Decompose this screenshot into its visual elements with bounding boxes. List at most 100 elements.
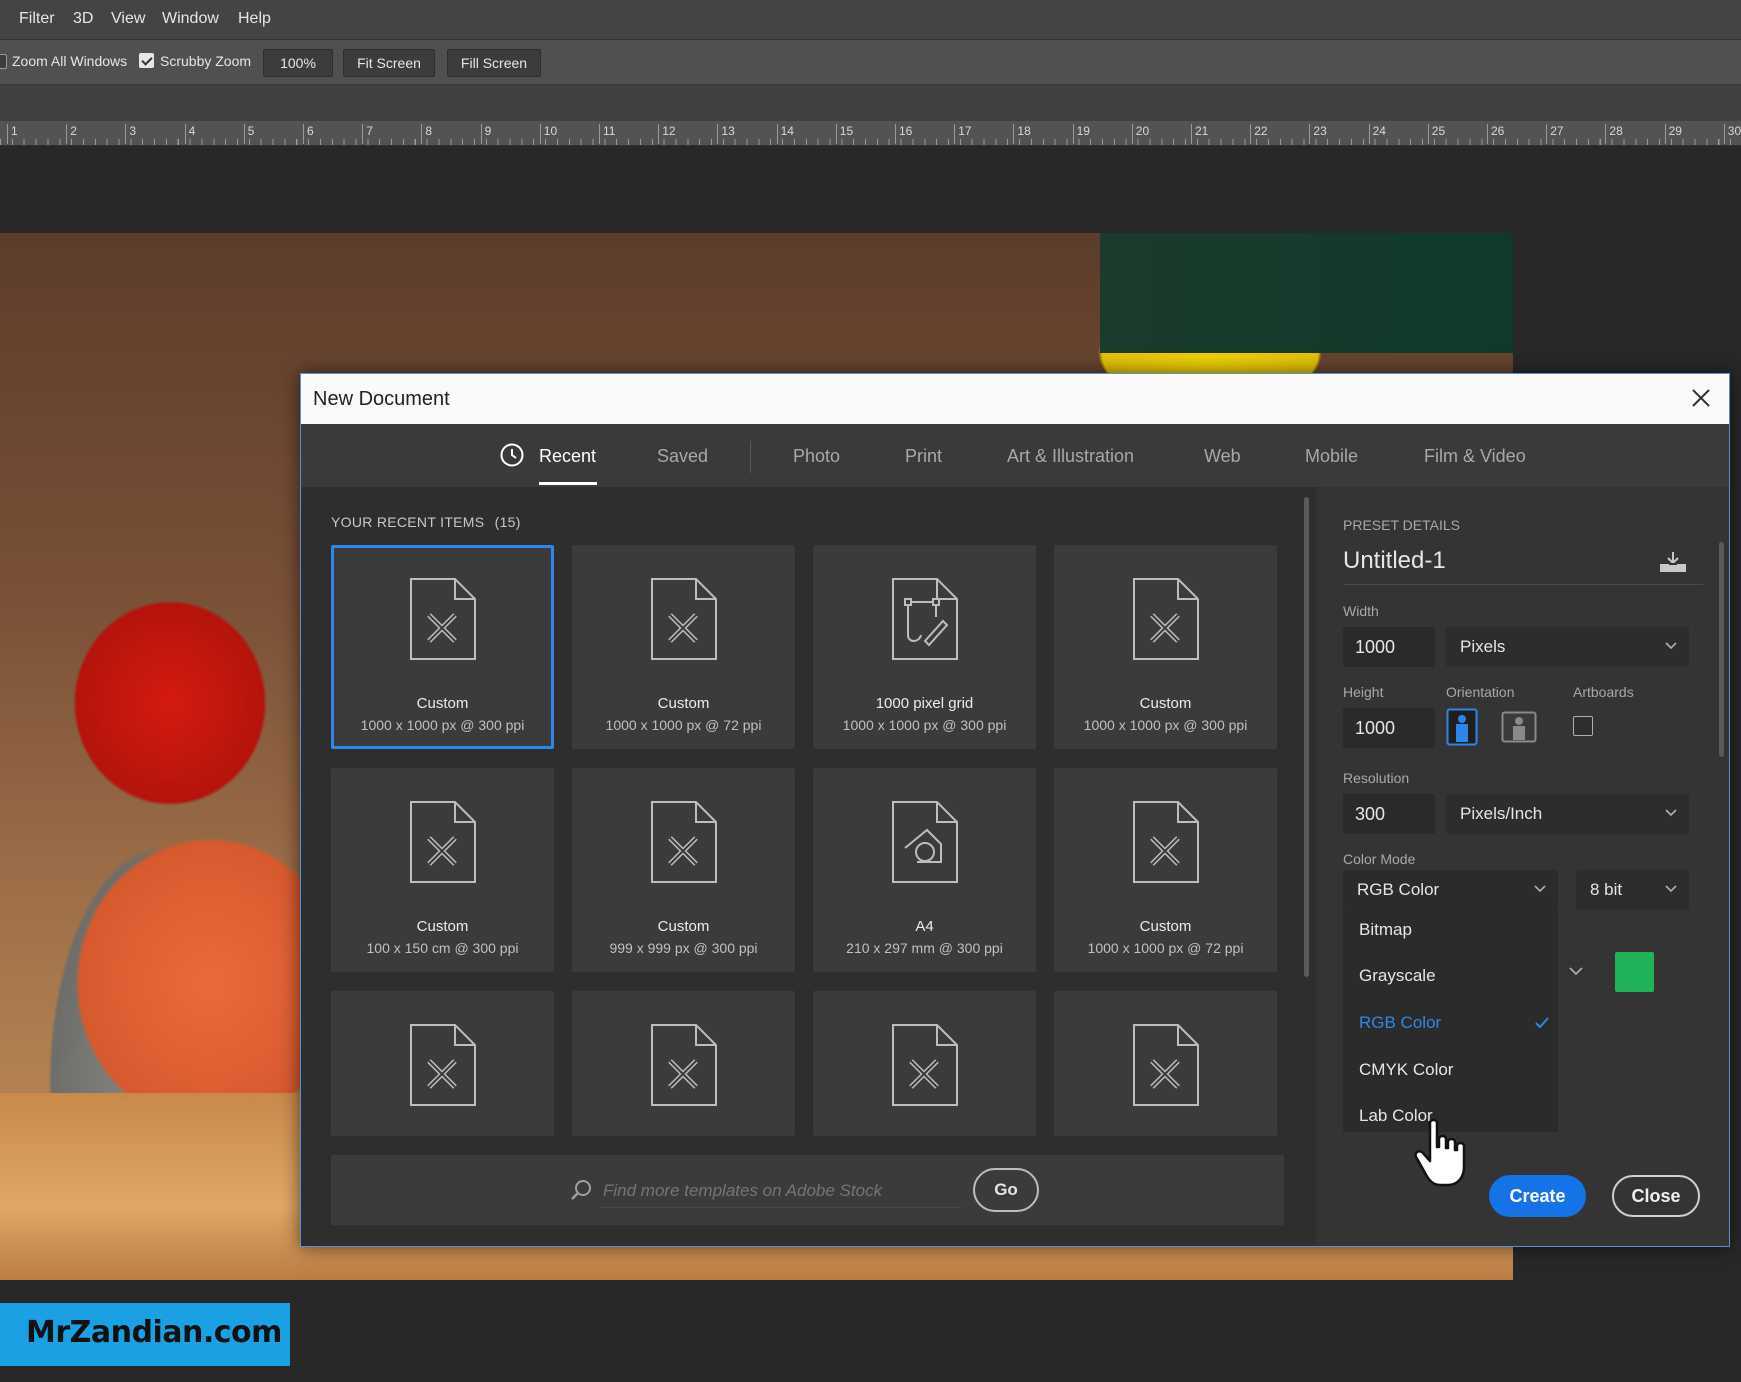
go-button[interactable]: Go [973, 1168, 1039, 1212]
background-color-swatch[interactable] [1615, 952, 1654, 992]
recent-item-name: 1000 pixel grid [875, 695, 974, 712]
preset-scrollbar[interactable] [1719, 542, 1724, 757]
tab-active-underline [539, 482, 597, 485]
preset-name-field[interactable]: Untitled-1 [1343, 547, 1446, 575]
tab-saved[interactable]: Saved [657, 446, 708, 467]
recent-heading-text: YOUR RECENT ITEMS [331, 514, 485, 530]
recent-item-tile[interactable]: A4 210 x 297 mm @ 300 ppi [813, 768, 1036, 972]
recent-item-tile[interactable]: Custom 1000 x 1000 px @ 72 ppi [1054, 768, 1277, 972]
ruler-number: 9 [480, 124, 491, 144]
ruler-number: 15 [835, 124, 853, 144]
ruler-number: 28 [1605, 124, 1623, 144]
tab-print[interactable]: Print [905, 446, 942, 467]
resolution-input[interactable]: 300 [1343, 794, 1435, 834]
stock-search-input[interactable] [601, 1179, 965, 1203]
close-icon[interactable] [1687, 384, 1715, 412]
preset-details-pane: PRESET DETAILS Untitled-1 Width 1000 Pix… [1316, 487, 1729, 1246]
tab-divider [750, 441, 751, 473]
ruler-number: 11 [599, 124, 615, 144]
recent-item-size: 1000 x 1000 px @ 300 ppi [360, 717, 525, 733]
recent-scrollbar[interactable] [1304, 497, 1309, 977]
menu-filter[interactable]: Filter [19, 10, 55, 28]
recent-items-heading: YOUR RECENT ITEMS (15) [331, 514, 521, 530]
menu-view[interactable]: View [111, 10, 145, 28]
recent-item-tile[interactable]: Custom 1000 x 1000 px @ 72 ppi [572, 545, 795, 749]
color-mode-dropdown[interactable]: RGB Color [1343, 870, 1558, 910]
watermark-text: MrZandian.com [26, 1315, 282, 1350]
bit-depth-dropdown[interactable]: 8 bit [1576, 870, 1689, 910]
recent-item-tile[interactable] [572, 991, 795, 1136]
recent-item-tile[interactable] [813, 991, 1036, 1136]
save-preset-icon[interactable] [1658, 550, 1688, 579]
dialog-title-bar: New Document [301, 374, 1729, 424]
width-label: Width [1343, 603, 1379, 619]
tab-mobile[interactable]: Mobile [1305, 446, 1358, 467]
ruler-number: 3 [125, 124, 136, 144]
resolution-label: Resolution [1343, 770, 1410, 786]
tab-web[interactable]: Web [1204, 446, 1241, 467]
recent-item-size: 1000 x 1000 px @ 72 ppi [605, 717, 762, 733]
preset-name-underline [1343, 584, 1703, 585]
resolution-unit-value: Pixels/Inch [1460, 804, 1543, 823]
close-button[interactable]: Close [1612, 1175, 1700, 1217]
tab-recent[interactable]: Recent [539, 446, 596, 467]
ruler-number: 19 [1072, 124, 1090, 144]
width-unit-dropdown[interactable]: Pixels [1446, 627, 1689, 667]
recent-item-tile[interactable]: Custom 1000 x 1000 px @ 300 ppi [1054, 545, 1277, 749]
width-input[interactable]: 1000 [1343, 627, 1435, 667]
recent-item-tile[interactable] [1054, 991, 1277, 1136]
recent-items-pane: YOUR RECENT ITEMS (15) Custom 1000 x 1000… [301, 487, 1316, 1246]
ruler-number: 26 [1487, 124, 1504, 144]
recent-item-name: Custom [1139, 918, 1192, 935]
resolution-unit-dropdown[interactable]: Pixels/Inch [1446, 794, 1689, 834]
menu-help[interactable]: Help [238, 10, 271, 28]
fill-screen-button[interactable]: Fill Screen [447, 49, 541, 77]
recent-item-name: Custom [416, 695, 469, 712]
ruler-number: 18 [1013, 124, 1031, 144]
ruler-number: 13 [717, 124, 735, 144]
color-mode-option-cmyk[interactable]: CMYK Color [1359, 1060, 1453, 1080]
ruler-number: 2 [66, 124, 77, 144]
menu-3d[interactable]: 3D [73, 10, 93, 28]
color-mode-option-grayscale[interactable]: Grayscale [1359, 966, 1436, 986]
fit-screen-button[interactable]: Fit Screen [343, 49, 435, 77]
artboards-checkbox[interactable] [1573, 716, 1593, 736]
background-contents-chevron-icon[interactable] [1569, 964, 1583, 982]
zoom-all-windows-checkbox[interactable] [0, 54, 7, 69]
ruler-number: 4 [184, 124, 195, 144]
menu-window[interactable]: Window [162, 10, 219, 28]
recent-item-tile[interactable]: Custom 999 x 999 px @ 300 ppi [572, 768, 795, 972]
a4-doc-icon [892, 801, 958, 883]
landscape-orientation-icon[interactable] [1501, 711, 1537, 748]
tab-photo[interactable]: Photo [793, 446, 840, 467]
ruler-number: 27 [1546, 124, 1564, 144]
scrubby-zoom-checkbox[interactable] [139, 53, 154, 68]
custom-doc-icon [1133, 578, 1199, 660]
recent-count: (15) [494, 514, 521, 530]
tab-film-video[interactable]: Film & Video [1424, 446, 1526, 467]
height-input[interactable]: 1000 [1343, 708, 1435, 748]
ruler-number: 5 [243, 124, 254, 144]
create-button[interactable]: Create [1489, 1175, 1586, 1217]
color-mode-menu: Bitmap Grayscale RGB Color CMYK Color La… [1343, 910, 1558, 1132]
recent-item-tile[interactable]: Custom 100 x 150 cm @ 300 ppi [331, 768, 554, 972]
ruler-number: 24 [1368, 124, 1386, 144]
new-document-dialog: New Document Recent Saved Photo Print Ar… [300, 373, 1730, 1247]
recent-item-tile[interactable]: 1000 pixel grid 1000 x 1000 px @ 300 ppi [813, 545, 1036, 749]
recent-item-tile[interactable] [331, 991, 554, 1136]
tab-art-illustration[interactable]: Art & Illustration [1007, 446, 1134, 467]
horizontal-ruler[interactable]: 1 2 3 4 5 6 7 8 9 10 11 12 13 14 15 16 17 18 19 20 21 22 23 24 2… [0, 121, 1741, 146]
chevron-down-icon [1665, 809, 1677, 817]
recent-item-tile[interactable]: Custom 1000 x 1000 px @ 300 ppi [331, 545, 554, 749]
portrait-orientation-icon[interactable] [1446, 708, 1478, 751]
recent-item-size: 1000 x 1000 px @ 72 ppi [1087, 940, 1244, 956]
category-tabs: Recent Saved Photo Print Art & Illustrat… [301, 424, 1729, 487]
ruler-number: 16 [895, 124, 912, 144]
recent-item-name: A4 [915, 918, 934, 935]
custom-doc-icon [410, 578, 476, 660]
custom-doc-icon [651, 1024, 717, 1106]
color-mode-option-rgb[interactable]: RGB Color [1359, 1013, 1441, 1033]
hand-pointer-cursor-icon [1412, 1117, 1468, 1189]
zoom-value-button[interactable]: 100% [263, 49, 333, 77]
color-mode-option-bitmap[interactable]: Bitmap [1359, 920, 1412, 940]
